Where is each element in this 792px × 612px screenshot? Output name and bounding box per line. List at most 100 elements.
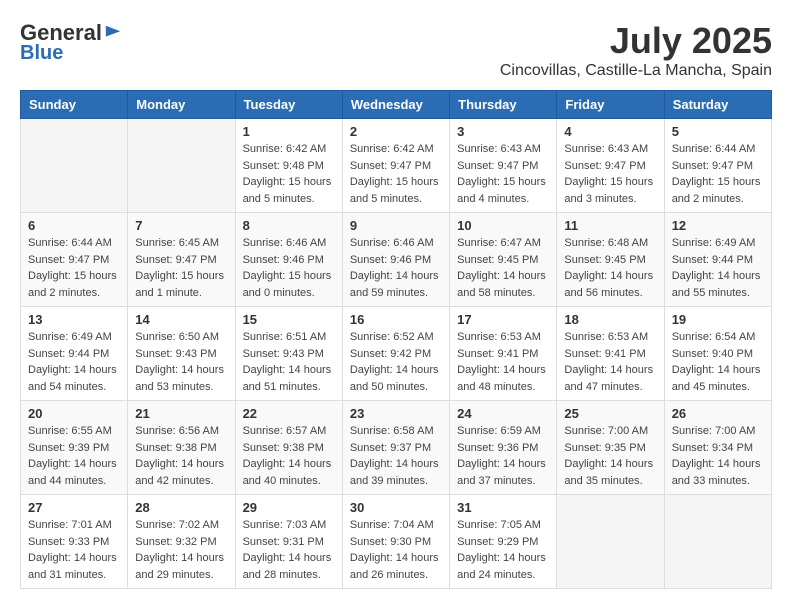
week-row-4: 20 Sunrise: 6:55 AMSunset: 9:39 PMDayligh…	[21, 401, 772, 495]
calendar-cell: 29Sunrise: 7:03 AMSunset: 9:31 PMDayligh…	[235, 495, 342, 589]
title-block: July 2025 Cincovillas, Castille-La Manch…	[500, 20, 772, 80]
calendar-cell	[664, 495, 771, 589]
day-number: 2	[350, 124, 442, 139]
day-number: 26	[672, 406, 764, 421]
day-number: 18	[564, 312, 656, 327]
day-number: 23	[350, 406, 442, 421]
calendar-cell: 18 Sunrise: 6:53 AMSunset: 9:41 PMDayligh…	[557, 307, 664, 401]
calendar-subtitle: Cincovillas, Castille-La Mancha, Spain	[500, 62, 772, 80]
day-number: 4	[564, 124, 656, 139]
calendar-cell: 31 Sunrise: 7:05 AMSunset: 9:29 PMDayligh…	[450, 495, 557, 589]
calendar-cell: 14 Sunrise: 6:50 AMSunset: 9:43 PMDayligh…	[128, 307, 235, 401]
calendar-cell: 8Sunrise: 6:46 AMSunset: 9:46 PMDaylight…	[235, 213, 342, 307]
day-number: 12	[672, 218, 764, 233]
calendar-header: Sunday Monday Tuesday Wednesday Thursday…	[21, 91, 772, 119]
day-number: 31	[457, 500, 549, 515]
day-detail: Sunrise: 6:49 AMSunset: 9:44 PMDaylight:…	[28, 329, 120, 395]
day-number: 11	[564, 218, 656, 233]
calendar-cell: 2 Sunrise: 6:42 AMSunset: 9:47 PMDaylight…	[342, 119, 449, 213]
calendar-title: July 2025	[500, 20, 772, 62]
header-row: Sunday Monday Tuesday Wednesday Thursday…	[21, 91, 772, 119]
col-monday: Monday	[128, 91, 235, 119]
calendar-cell: 23 Sunrise: 6:58 AMSunset: 9:37 PMDayligh…	[342, 401, 449, 495]
day-number: 1	[243, 124, 335, 139]
calendar-cell: 10 Sunrise: 6:47 AMSunset: 9:45 PMDayligh…	[450, 213, 557, 307]
day-detail: Sunrise: 7:01 AMSunset: 9:33 PMDaylight:…	[28, 517, 120, 583]
week-row-5: 27 Sunrise: 7:01 AMSunset: 9:33 PMDayligh…	[21, 495, 772, 589]
calendar-cell: 7 Sunrise: 6:45 AMSunset: 9:47 PMDaylight…	[128, 213, 235, 307]
calendar-cell: 24 Sunrise: 6:59 AMSunset: 9:36 PMDayligh…	[450, 401, 557, 495]
logo-flag-icon	[104, 24, 122, 42]
day-number: 13	[28, 312, 120, 327]
day-number: 15	[243, 312, 335, 327]
calendar-cell: 9Sunrise: 6:46 AMSunset: 9:46 PMDaylight…	[342, 213, 449, 307]
day-detail: Sunrise: 6:46 AMSunset: 9:46 PMDaylight:…	[350, 235, 442, 301]
week-row-3: 13 Sunrise: 6:49 AMSunset: 9:44 PMDayligh…	[21, 307, 772, 401]
day-detail: Sunrise: 7:05 AMSunset: 9:29 PMDaylight:…	[457, 517, 549, 583]
calendar-cell: 17 Sunrise: 6:53 AMSunset: 9:41 PMDayligh…	[450, 307, 557, 401]
day-detail: Sunrise: 6:58 AMSunset: 9:37 PMDaylight:…	[350, 423, 442, 489]
day-number: 24	[457, 406, 549, 421]
calendar-cell: 30Sunrise: 7:04 AMSunset: 9:30 PMDayligh…	[342, 495, 449, 589]
day-detail: Sunrise: 6:57 AMSunset: 9:38 PMDaylight:…	[243, 423, 335, 489]
day-number: 17	[457, 312, 549, 327]
col-tuesday: Tuesday	[235, 91, 342, 119]
calendar-cell: 11 Sunrise: 6:48 AMSunset: 9:45 PMDayligh…	[557, 213, 664, 307]
calendar-cell	[21, 119, 128, 213]
day-detail: Sunrise: 6:51 AMSunset: 9:43 PMDaylight:…	[243, 329, 335, 395]
calendar-cell: 5Sunrise: 6:44 AMSunset: 9:47 PMDaylight…	[664, 119, 771, 213]
day-detail: Sunrise: 6:52 AMSunset: 9:42 PMDaylight:…	[350, 329, 442, 395]
calendar-cell: 3 Sunrise: 6:43 AMSunset: 9:47 PMDaylight…	[450, 119, 557, 213]
calendar-cell	[128, 119, 235, 213]
calendar-cell: 21Sunrise: 6:56 AMSunset: 9:38 PMDayligh…	[128, 401, 235, 495]
calendar-cell: 28 Sunrise: 7:02 AMSunset: 9:32 PMDayligh…	[128, 495, 235, 589]
day-detail: Sunrise: 6:53 AMSunset: 9:41 PMDaylight:…	[457, 329, 549, 395]
day-detail: Sunrise: 7:02 AMSunset: 9:32 PMDaylight:…	[135, 517, 227, 583]
day-detail: Sunrise: 6:55 AMSunset: 9:39 PMDaylight:…	[28, 423, 120, 489]
day-number: 20	[28, 406, 120, 421]
week-row-2: 6 Sunrise: 6:44 AMSunset: 9:47 PMDaylight…	[21, 213, 772, 307]
calendar-cell: 15 Sunrise: 6:51 AMSunset: 9:43 PMDayligh…	[235, 307, 342, 401]
col-saturday: Saturday	[664, 91, 771, 119]
calendar-table: Sunday Monday Tuesday Wednesday Thursday…	[20, 90, 772, 589]
day-detail: Sunrise: 6:59 AMSunset: 9:36 PMDaylight:…	[457, 423, 549, 489]
day-detail: Sunrise: 6:53 AMSunset: 9:41 PMDaylight:…	[564, 329, 656, 395]
calendar-cell: 1Sunrise: 6:42 AMSunset: 9:48 PMDaylight…	[235, 119, 342, 213]
week-row-1: 1Sunrise: 6:42 AMSunset: 9:48 PMDaylight…	[21, 119, 772, 213]
col-wednesday: Wednesday	[342, 91, 449, 119]
day-number: 29	[243, 500, 335, 515]
calendar-cell: 16 Sunrise: 6:52 AMSunset: 9:42 PMDayligh…	[342, 307, 449, 401]
day-detail: Sunrise: 6:43 AMSunset: 9:47 PMDaylight:…	[564, 141, 656, 207]
page-header: General Blue July 2025 Cincovillas, Cast…	[20, 20, 772, 80]
day-number: 3	[457, 124, 549, 139]
calendar-cell: 6 Sunrise: 6:44 AMSunset: 9:47 PMDaylight…	[21, 213, 128, 307]
logo: General Blue	[20, 20, 122, 65]
calendar-cell: 12 Sunrise: 6:49 AMSunset: 9:44 PMDayligh…	[664, 213, 771, 307]
day-detail: Sunrise: 6:48 AMSunset: 9:45 PMDaylight:…	[564, 235, 656, 301]
day-number: 27	[28, 500, 120, 515]
day-detail: Sunrise: 6:43 AMSunset: 9:47 PMDaylight:…	[457, 141, 549, 207]
day-detail: Sunrise: 7:04 AMSunset: 9:30 PMDaylight:…	[350, 517, 442, 583]
day-detail: Sunrise: 7:00 AMSunset: 9:35 PMDaylight:…	[564, 423, 656, 489]
day-number: 10	[457, 218, 549, 233]
day-detail: Sunrise: 6:47 AMSunset: 9:45 PMDaylight:…	[457, 235, 549, 301]
day-number: 7	[135, 218, 227, 233]
day-number: 6	[28, 218, 120, 233]
day-detail: Sunrise: 6:42 AMSunset: 9:47 PMDaylight:…	[350, 141, 442, 207]
calendar-cell: 4 Sunrise: 6:43 AMSunset: 9:47 PMDaylight…	[557, 119, 664, 213]
day-number: 21	[135, 406, 227, 421]
day-detail: Sunrise: 7:00 AMSunset: 9:34 PMDaylight:…	[672, 423, 764, 489]
day-number: 28	[135, 500, 227, 515]
calendar-cell: 13 Sunrise: 6:49 AMSunset: 9:44 PMDayligh…	[21, 307, 128, 401]
day-detail: Sunrise: 6:44 AMSunset: 9:47 PMDaylight:…	[28, 235, 120, 301]
day-detail: Sunrise: 6:49 AMSunset: 9:44 PMDaylight:…	[672, 235, 764, 301]
day-detail: Sunrise: 6:45 AMSunset: 9:47 PMDaylight:…	[135, 235, 227, 301]
day-detail: Sunrise: 6:50 AMSunset: 9:43 PMDaylight:…	[135, 329, 227, 395]
day-number: 25	[564, 406, 656, 421]
day-number: 16	[350, 312, 442, 327]
calendar-cell	[557, 495, 664, 589]
day-number: 14	[135, 312, 227, 327]
logo-blue-text: Blue	[20, 42, 63, 65]
col-thursday: Thursday	[450, 91, 557, 119]
day-detail: Sunrise: 6:44 AMSunset: 9:47 PMDaylight:…	[672, 141, 764, 207]
